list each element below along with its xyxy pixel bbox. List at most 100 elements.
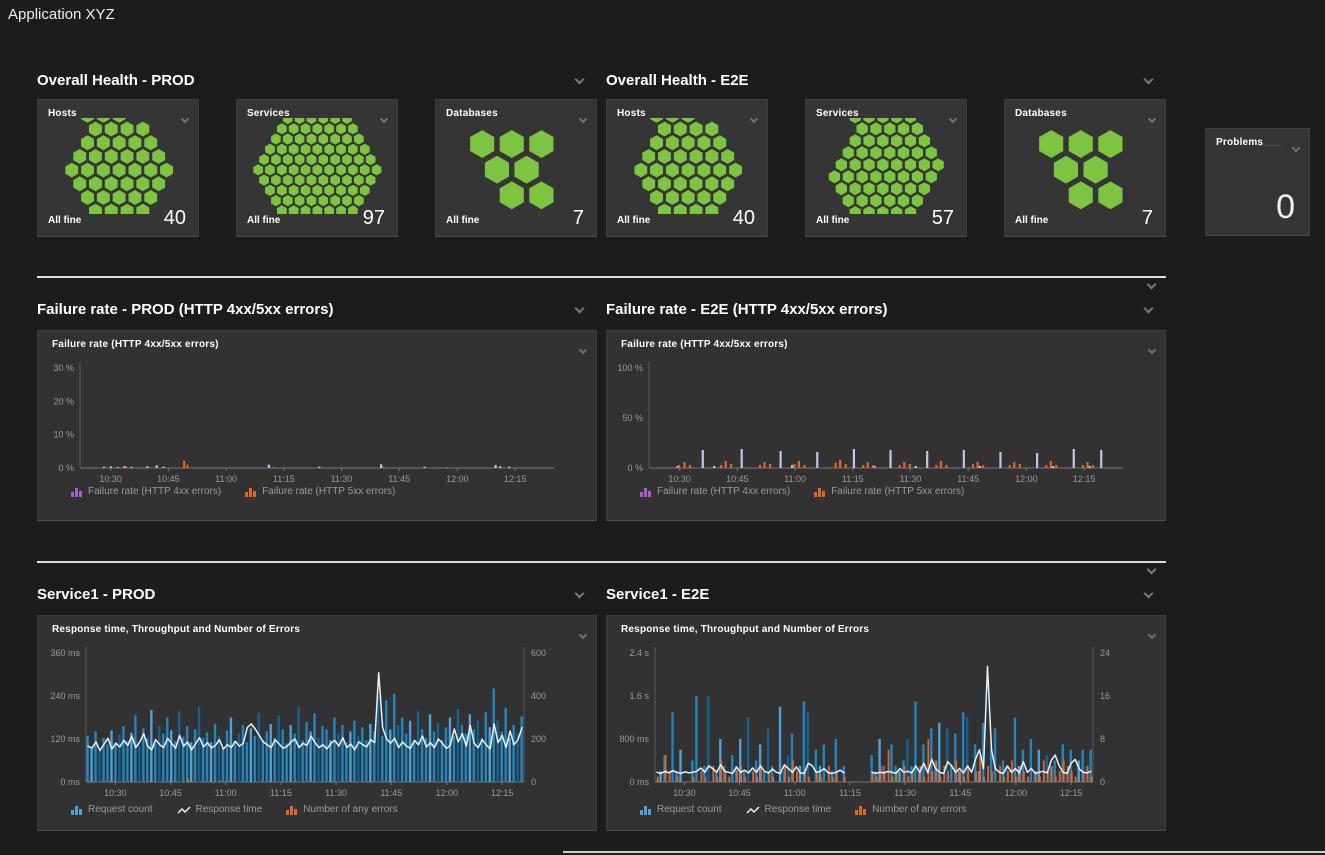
honeycomb-hosts-prod: [38, 118, 198, 214]
section-divider: [37, 276, 1166, 278]
legend-item-errors[interactable]: Number of any errors: [855, 804, 966, 815]
svg-text:1.6 s: 1.6 s: [629, 691, 649, 701]
svg-text:50 %: 50 %: [622, 413, 643, 423]
svg-text:11:30: 11:30: [325, 788, 347, 798]
section-title-overall-health-e2e: Overall Health - E2E: [606, 72, 1166, 92]
status-text: All fine: [247, 215, 280, 226]
svg-text:0: 0: [531, 777, 536, 787]
svg-text:10:45: 10:45: [157, 474, 180, 484]
svg-text:10 %: 10 %: [53, 430, 74, 440]
svg-text:11:30: 11:30: [900, 474, 922, 484]
svg-text:30 %: 30 %: [53, 363, 74, 373]
status-text: All fine: [816, 215, 849, 226]
svg-text:10:45: 10:45: [159, 788, 182, 798]
status-text: All fine: [617, 215, 650, 226]
svg-text:100 %: 100 %: [617, 363, 643, 373]
legend-item-response-time[interactable]: Response time: [746, 804, 832, 815]
svg-text:0 %: 0 %: [627, 463, 643, 473]
count-value: 7: [573, 207, 584, 230]
svg-text:11:15: 11:15: [839, 788, 861, 798]
section-title-failure-prod: Failure rate - PROD (HTTP 4xx/5xx errors…: [37, 301, 597, 321]
svg-text:12:15: 12:15: [504, 474, 527, 484]
svg-text:11:00: 11:00: [784, 474, 806, 484]
status-text: All fine: [446, 215, 479, 226]
honeycomb-hosts-e2e: [607, 118, 767, 214]
svg-text:11:15: 11:15: [273, 474, 295, 484]
chart-tile-service1-e2e[interactable]: Response time, Throughput and Number of …: [606, 615, 1166, 831]
svg-text:0 ms: 0 ms: [629, 777, 649, 787]
tile-problems[interactable]: Problems 0: [1205, 128, 1310, 236]
svg-text:600: 600: [531, 648, 546, 658]
svg-text:12:15: 12:15: [1073, 474, 1096, 484]
legend-item-4xx[interactable]: Failure rate (HTTP 4xx errors): [71, 486, 221, 497]
chart-tile-service1-prod[interactable]: Response time, Throughput and Number of …: [37, 615, 597, 831]
chart-legend: Request count Response time Number of an…: [71, 804, 398, 815]
svg-text:8: 8: [1100, 734, 1105, 744]
tile-databases-prod[interactable]: Databases All fine 7: [435, 99, 597, 237]
chevron-down-icon[interactable]: [575, 75, 585, 85]
svg-text:16: 16: [1100, 691, 1110, 701]
tile-hosts-prod[interactable]: Hosts All fine 40: [37, 99, 199, 237]
chevron-down-icon[interactable]: [1144, 589, 1154, 599]
svg-text:20 %: 20 %: [53, 396, 74, 406]
section-divider: [37, 561, 1166, 563]
svg-text:400: 400: [531, 691, 546, 701]
chevron-down-icon[interactable]: [1144, 304, 1154, 314]
honeycomb-databases-e2e: [1005, 118, 1165, 214]
section-title-overall-health-prod: Overall Health - PROD: [37, 72, 597, 92]
count-value: 97: [363, 207, 385, 230]
chevron-down-icon[interactable]: [1144, 75, 1154, 85]
svg-text:10:30: 10:30: [673, 788, 696, 798]
chart-tile-failure-prod[interactable]: Failure rate (HTTP 4xx/5xx errors) 0 %10…: [37, 330, 597, 521]
svg-text:11:00: 11:00: [215, 474, 237, 484]
chevron-down-icon[interactable]: [575, 304, 585, 314]
section-title-failure-e2e: Failure rate - E2E (HTTP 4xx/5xx errors): [606, 301, 1166, 321]
svg-text:10:30: 10:30: [668, 474, 691, 484]
svg-text:12:15: 12:15: [1060, 788, 1083, 798]
status-text: All fine: [48, 215, 81, 226]
svg-text:360 ms: 360 ms: [50, 648, 80, 658]
svg-text:12:00: 12:00: [436, 788, 459, 798]
svg-text:12:00: 12:00: [1015, 474, 1038, 484]
legend-item-5xx[interactable]: Failure rate (HTTP 5xx errors): [245, 486, 395, 497]
tile-hosts-e2e[interactable]: Hosts All fine 40: [606, 99, 768, 237]
svg-text:11:45: 11:45: [957, 474, 979, 484]
problems-count: 0: [1276, 188, 1295, 227]
chevron-down-icon[interactable]: [575, 589, 585, 599]
page-title: Application XYZ: [8, 6, 115, 23]
svg-text:11:30: 11:30: [894, 788, 916, 798]
legend-item-errors[interactable]: Number of any errors: [286, 804, 397, 815]
chevron-down-icon[interactable]: [1147, 565, 1157, 575]
honeycomb-services-prod: [237, 118, 397, 214]
legend-item-request-count[interactable]: Request count: [640, 804, 722, 815]
svg-text:2.4 s: 2.4 s: [629, 648, 649, 658]
chevron-down-icon[interactable]: [1147, 280, 1157, 290]
legend-item-response-time[interactable]: Response time: [177, 804, 263, 815]
tile-services-prod[interactable]: Services All fine 97: [236, 99, 398, 237]
tile-databases-e2e[interactable]: Databases All fine 7: [1004, 99, 1166, 237]
chart-tile-failure-e2e[interactable]: Failure rate (HTTP 4xx/5xx errors) 0 %50…: [606, 330, 1166, 521]
honeycomb-services-e2e: [806, 118, 966, 214]
legend-item-request-count[interactable]: Request count: [71, 804, 153, 815]
chevron-down-icon[interactable]: [1293, 138, 1299, 156]
svg-text:0: 0: [1100, 777, 1105, 787]
tile-services-e2e[interactable]: Services All fine 57: [805, 99, 967, 237]
service-chart-e2e: 0 ms800 ms1.6 s2.4 s08162410:3010:4511:0…: [607, 616, 1167, 832]
chart-legend: Request count Response time Number of an…: [640, 804, 967, 815]
svg-text:11:45: 11:45: [380, 788, 402, 798]
svg-text:10:30: 10:30: [99, 474, 122, 484]
svg-text:0 %: 0 %: [58, 463, 74, 473]
svg-text:10:45: 10:45: [726, 474, 749, 484]
count-value: 40: [164, 207, 186, 230]
svg-text:12:00: 12:00: [1005, 788, 1028, 798]
svg-text:11:15: 11:15: [270, 788, 292, 798]
honeycomb-databases-prod: [436, 118, 596, 214]
dashboard: Application XYZ Overall Health - PROD Ov…: [0, 0, 1325, 855]
dash-line: [1257, 145, 1281, 146]
count-value: 57: [932, 207, 954, 230]
legend-item-5xx[interactable]: Failure rate (HTTP 5xx errors): [814, 486, 964, 497]
legend-item-4xx[interactable]: Failure rate (HTTP 4xx errors): [640, 486, 790, 497]
svg-text:10:30: 10:30: [104, 788, 127, 798]
svg-text:800 ms: 800 ms: [619, 734, 649, 744]
status-text: All fine: [1015, 215, 1048, 226]
